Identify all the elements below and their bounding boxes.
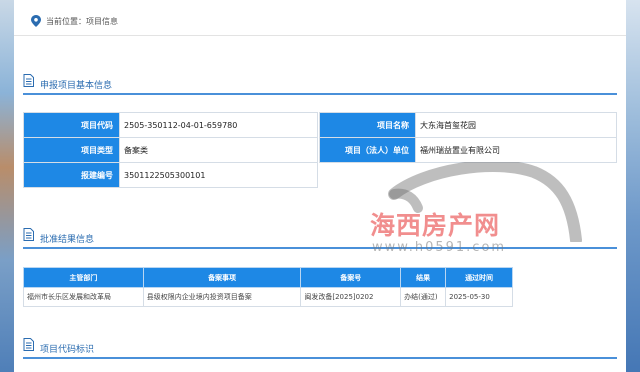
project-type-value: 备案类 — [119, 137, 318, 163]
project-code-label: 项目代码 — [23, 112, 120, 138]
project-name-label: 项目名称 — [319, 112, 416, 138]
content-panel: 当前位置：项目信息 申报项目基本信息 项目代码 2505-350112-04-0… — [14, 0, 626, 372]
watermark: 海西房产网 www.h0591.com — [354, 162, 584, 272]
report-no-value: 3501122505300101 — [119, 162, 318, 188]
unit-value: 福州瑞益置业有限公司 — [415, 137, 617, 163]
project-code-value: 2505-350112-04-01-659780 — [119, 112, 318, 138]
section-title: 项目代码标识 — [40, 345, 95, 355]
document-icon — [23, 338, 34, 351]
table-cell: 办结(通过) — [400, 287, 447, 307]
table-row: 报建编号 3501122505300101 — [23, 162, 318, 188]
document-icon — [23, 228, 34, 241]
section-basic-info: 申报项目基本信息 — [14, 72, 626, 95]
section-divider — [23, 93, 617, 95]
approval-result-table: 主管部门 备案事项 备案号 结果 通过时间 福州市长乐区发展和改革局 县级权限内… — [23, 267, 513, 307]
column-header: 主管部门 — [23, 267, 144, 288]
table-row: 项目名称 大东海首玺花园 — [319, 112, 617, 138]
section-title: 申报项目基本信息 — [40, 81, 113, 91]
breadcrumb-text: 当前位置：项目信息 — [46, 17, 118, 26]
background-right — [626, 0, 640, 372]
report-no-label: 报建编号 — [23, 162, 120, 188]
watermark-url: www.h0591.com — [372, 240, 507, 255]
table-row: 项目类型 备案类 — [23, 137, 318, 163]
table-cell: 闽发改备[2025]0202 — [300, 287, 402, 307]
project-type-label: 项目类型 — [23, 137, 120, 163]
table-row: 项目（法人）单位 福州瑞益置业有限公司 — [319, 137, 617, 163]
table-cell: 县级权限内企业境内投资项目备案 — [142, 287, 302, 307]
table-cell: 2025-05-30 — [445, 287, 513, 307]
table-row: 项目代码 2505-350112-04-01-659780 — [23, 112, 318, 138]
project-name-value: 大东海首玺花园 — [415, 112, 617, 138]
watermark-text: 海西房产网 — [370, 211, 501, 240]
background-left — [0, 0, 14, 372]
table-cell: 福州市长乐区发展和改革局 — [23, 287, 144, 307]
section-project-code: 项目代码标识 — [14, 336, 626, 359]
basic-info-left-table: 项目代码 2505-350112-04-01-659780 项目类型 备案类 报… — [23, 112, 318, 188]
location-pin-icon — [31, 15, 41, 27]
table-row: 福州市长乐区发展和改革局 县级权限内企业境内投资项目备案 闽发改备[2025]0… — [23, 287, 513, 307]
breadcrumb: 当前位置：项目信息 — [14, 0, 626, 36]
column-header: 备案事项 — [142, 267, 302, 288]
section-divider — [23, 357, 617, 359]
section-title: 批准结果信息 — [40, 235, 95, 245]
document-icon — [23, 74, 34, 87]
unit-label: 项目（法人）单位 — [319, 137, 416, 163]
basic-info-right-table: 项目名称 大东海首玺花园 项目（法人）单位 福州瑞益置业有限公司 — [319, 112, 617, 163]
